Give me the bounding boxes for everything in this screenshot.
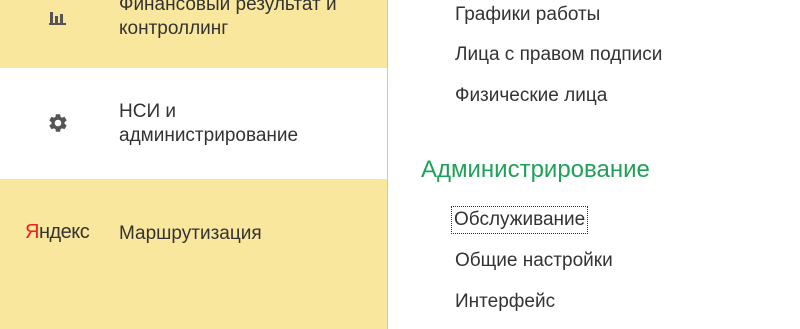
link-individuals[interactable]: Физические лица — [455, 84, 607, 108]
link-interface[interactable]: Интерфейс — [455, 290, 555, 314]
gear-icon — [46, 111, 70, 135]
link-signatories[interactable]: Лица с правом подписи — [455, 43, 662, 67]
section-heading-administration: Администрирование — [421, 156, 650, 183]
link-maintenance[interactable]: Обслуживание — [450, 206, 589, 234]
sidebar-item-routing[interactable]: Яндекс Маршрутизация — [0, 179, 387, 329]
sidebar-item-financial-result[interactable]: Финансовый результат и контроллинг — [0, 0, 387, 68]
bar-chart-icon — [46, 5, 70, 29]
sidebar: Финансовый результат и контроллинг НСИ и… — [0, 0, 388, 329]
yandex-logo: Яндекс — [25, 221, 90, 243]
sidebar-item-label: НСИ и администрирование — [119, 101, 299, 146]
sidebar-item-label: Финансовый результат и контроллинг — [119, 0, 337, 39]
link-general-settings[interactable]: Общие настройки — [455, 249, 613, 273]
sidebar-item-label: Маршрутизация — [119, 223, 262, 244]
link-work-schedules[interactable]: Графики работы — [455, 3, 600, 27]
sidebar-item-nsi-administration[interactable]: НСИ и администрирование — [0, 68, 387, 179]
